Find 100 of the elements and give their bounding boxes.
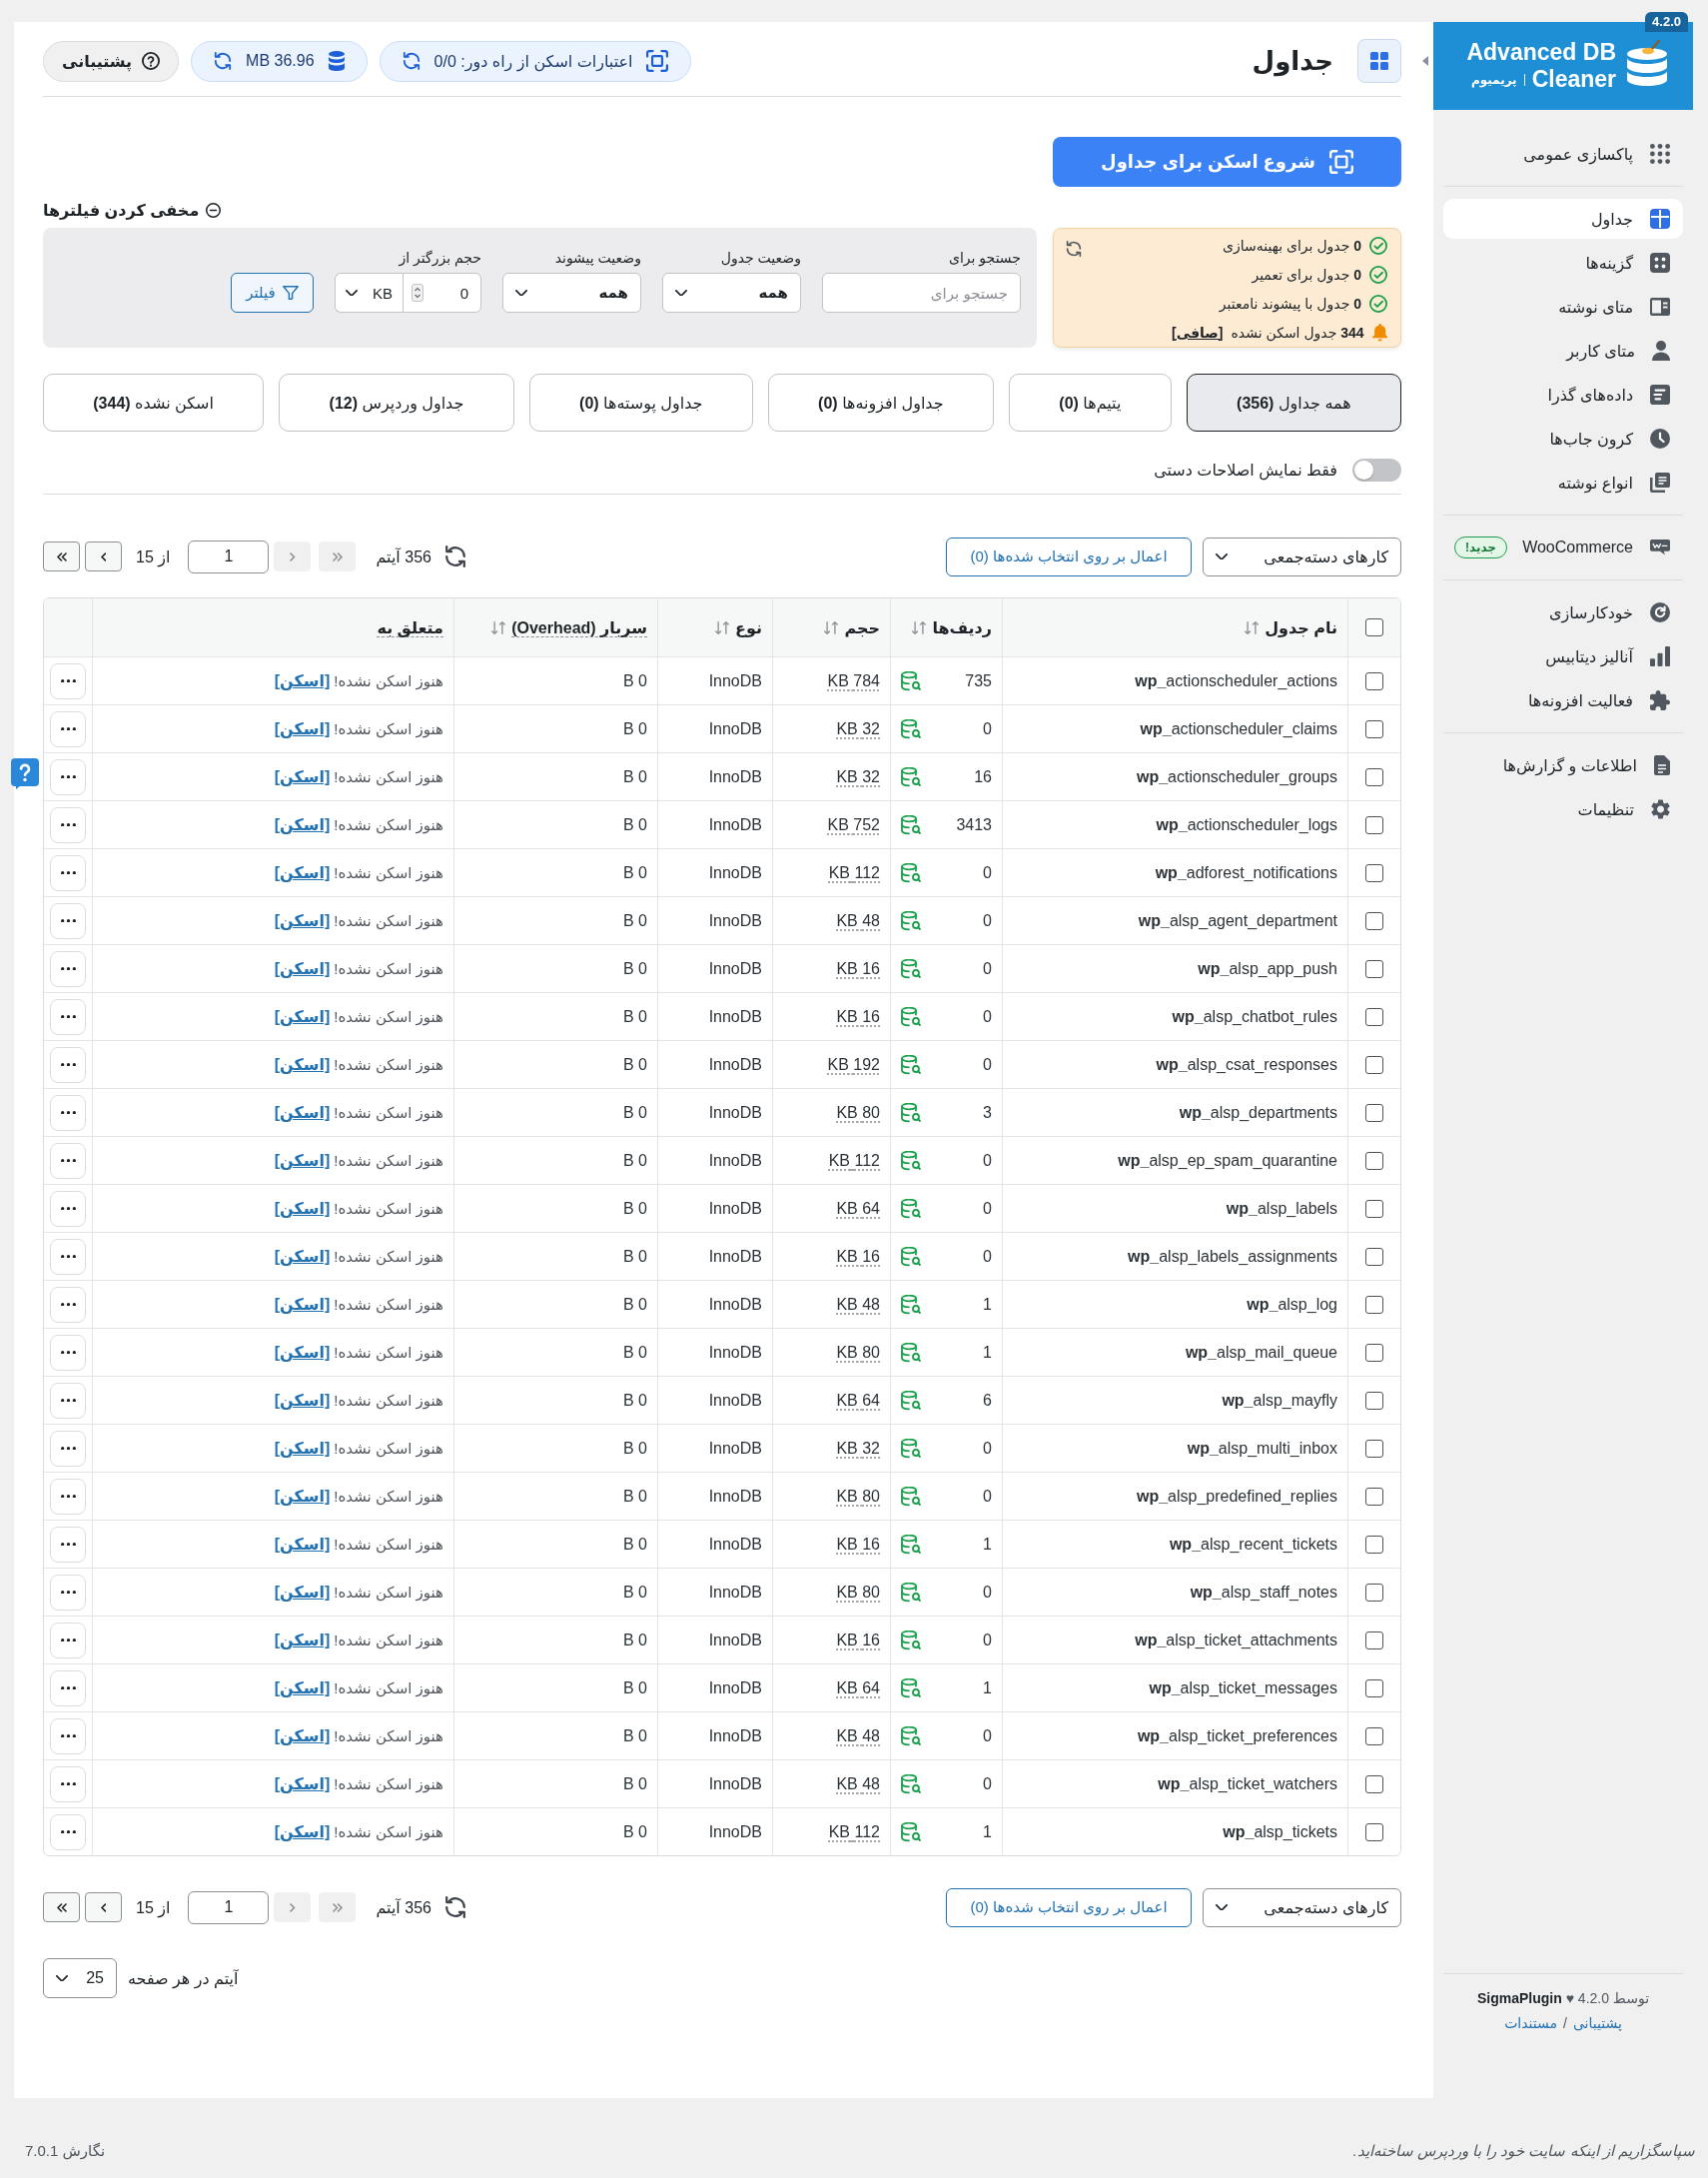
scan-link[interactable]: [اسکن] (274, 1392, 331, 1409)
scan-link[interactable]: [اسکن] (274, 1488, 331, 1505)
scan-link[interactable]: [اسکن] (274, 1008, 331, 1025)
row-checkbox[interactable] (1365, 1822, 1383, 1841)
scan-link[interactable]: [اسکن] (274, 1104, 331, 1121)
column-header[interactable]: نوع (657, 598, 772, 656)
scan-link[interactable]: [اسکن] (274, 768, 331, 785)
scan-link[interactable]: [اسکن] (274, 1727, 331, 1744)
refresh-icon[interactable] (1066, 241, 1082, 257)
sidebar-item[interactable]: تنظیمات (1443, 789, 1683, 829)
row-checkbox[interactable] (1365, 671, 1383, 690)
sidebar-item[interactable]: آنالیز دیتابیس (1443, 636, 1683, 676)
bulk-actions-dropdown[interactable]: کارهای دسته‌جمعی (1203, 537, 1401, 576)
scan-link[interactable]: [اسکن] (274, 816, 331, 833)
row-checkbox[interactable] (1365, 1631, 1383, 1649)
pagination-button[interactable] (85, 1892, 122, 1922)
row-checkbox[interactable] (1365, 767, 1383, 786)
page-number-field[interactable]: 1 (188, 540, 270, 573)
unit-dropdown[interactable]: KB (335, 273, 403, 313)
start-scan-button[interactable]: شروع اسکن برای جداول (1053, 137, 1401, 187)
column-header[interactable]: حجم (772, 598, 890, 656)
row-checkbox[interactable] (1365, 911, 1383, 930)
sidebar-item[interactable]: WooCommerce (1507, 528, 1683, 567)
number-field[interactable]: 0 (403, 273, 481, 313)
scan-link[interactable]: [اسکن] (274, 1152, 331, 1169)
pagination-button[interactable] (43, 542, 80, 571)
scan-link[interactable]: [اسکن] (274, 1584, 331, 1601)
sidebar-item[interactable]: متای کاربر (1443, 331, 1683, 371)
row-checkbox[interactable] (1365, 1774, 1383, 1793)
scan-link[interactable]: [اسکن] (274, 720, 331, 737)
row-checkbox[interactable] (1365, 1295, 1383, 1314)
scan-link[interactable]: [اسکن] (274, 912, 331, 929)
apply-button[interactable]: اعمال بر روی انتخاب شده‌ها (0) (946, 537, 1192, 576)
scan-link[interactable]: [اسکن] (274, 1056, 331, 1073)
scan-link[interactable]: [اسکن] (274, 960, 331, 977)
pagination-button[interactable] (43, 1892, 80, 1922)
row-checkbox[interactable] (1365, 1583, 1383, 1602)
sidebar-item[interactable]: کرون جاب‌ها (1443, 419, 1683, 459)
footer-link[interactable]: پشتیبانی (1572, 2011, 1622, 2036)
select-all-checkbox[interactable] (1365, 618, 1383, 637)
scan-link[interactable]: [اسکن] (274, 1440, 331, 1457)
collapse-caret-icon[interactable] (1422, 56, 1428, 66)
per-page-dropdown[interactable]: 25 (43, 1958, 117, 1998)
support-button[interactable]: پشتیبانی (43, 40, 180, 82)
scan-link[interactable]: [اسکن] (274, 1536, 331, 1553)
scan-link[interactable]: [اسکن] (274, 1200, 331, 1217)
refresh-icon[interactable] (443, 545, 466, 567)
row-checkbox[interactable] (1365, 1678, 1383, 1697)
filter-link[interactable]: [صافی] (1172, 324, 1224, 341)
refresh-icon[interactable] (402, 52, 421, 70)
sidebar-item[interactable]: داده‌های گذرا (1443, 375, 1683, 415)
sidebar-item[interactable]: انواع نوشته (1443, 463, 1683, 503)
row-checkbox[interactable] (1365, 1055, 1383, 1074)
refresh-icon[interactable] (443, 1896, 466, 1918)
column-header[interactable]: نام جدول (1002, 598, 1347, 656)
dropdown[interactable]: همه (662, 273, 801, 313)
scan-link[interactable]: [اسکن] (274, 1248, 331, 1265)
row-checkbox[interactable] (1365, 1726, 1383, 1745)
row-checkbox[interactable] (1365, 1391, 1383, 1410)
row-checkbox[interactable] (1365, 815, 1383, 834)
scan-link[interactable]: [اسکن] (274, 1775, 331, 1792)
scan-link[interactable]: [اسکن] (274, 864, 331, 881)
row-checkbox[interactable] (1365, 719, 1383, 738)
column-header[interactable]: ردیف‌ها (890, 598, 1002, 656)
page-number-field[interactable]: 1 (188, 1890, 270, 1924)
scan-link[interactable]: [اسکن] (274, 1296, 331, 1313)
row-checkbox[interactable] (1365, 1247, 1383, 1266)
pagination-button[interactable] (85, 542, 122, 571)
row-checkbox[interactable] (1365, 1343, 1383, 1362)
refresh-icon[interactable] (214, 52, 233, 70)
scan-link[interactable]: [اسکن] (274, 1632, 331, 1648)
sidebar-item[interactable]: فعالیت افزونه‌ها (1443, 680, 1683, 720)
sidebar-item[interactable]: خودکارسازی (1443, 592, 1683, 632)
footer-link[interactable]: مستندات (1504, 2011, 1558, 2036)
row-checkbox[interactable] (1365, 1103, 1383, 1122)
sidebar-item[interactable]: اطلاعات و گزارش‌ها (1443, 745, 1683, 785)
manual-fixes-toggle[interactable] (1352, 458, 1401, 482)
scan-link[interactable]: [اسکن] (274, 1679, 331, 1696)
row-checkbox[interactable] (1365, 1439, 1383, 1458)
column-header[interactable]: سربار (Overhead) (453, 598, 657, 656)
scan-link[interactable]: [اسکن] (274, 1344, 331, 1361)
hide-filters-button[interactable]: مخفی کردن فیلترها (43, 200, 222, 220)
help-icon[interactable] (11, 758, 39, 789)
scan-link[interactable]: [اسکن] (274, 672, 331, 689)
apply-button[interactable]: اعمال بر روی انتخاب شده‌ها (0) (946, 1887, 1192, 1927)
sidebar-item[interactable]: متای نوشته (1443, 287, 1683, 327)
dropdown[interactable]: همه (502, 273, 641, 313)
bulk-actions-dropdown[interactable]: کارهای دسته‌جمعی (1203, 1887, 1401, 1927)
sidebar-item[interactable]: گزینه‌ها (1443, 243, 1683, 283)
search-field[interactable]: جستجو برای (822, 273, 1021, 313)
row-checkbox[interactable] (1365, 1151, 1383, 1170)
row-checkbox[interactable] (1365, 863, 1383, 882)
row-checkbox[interactable] (1365, 1199, 1383, 1218)
row-checkbox[interactable] (1365, 1535, 1383, 1554)
sidebar-item[interactable]: جداول (1443, 199, 1683, 239)
sidebar-item[interactable]: پاکسازی عمومی (1443, 134, 1683, 174)
row-checkbox[interactable] (1365, 1007, 1383, 1026)
row-checkbox[interactable] (1365, 959, 1383, 978)
filter-button[interactable]: فیلتر (231, 273, 314, 313)
scan-link[interactable]: [اسکن] (274, 1823, 331, 1840)
